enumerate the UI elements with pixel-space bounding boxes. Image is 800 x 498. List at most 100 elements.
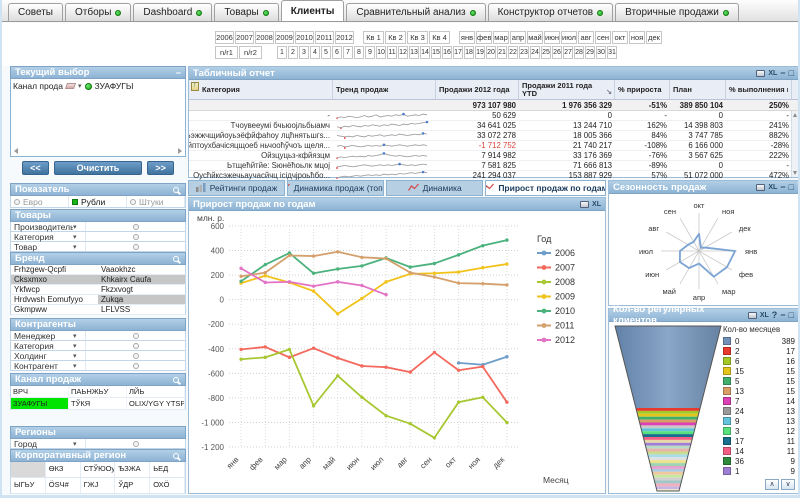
nr-button[interactable]: n/r2 <box>239 46 262 59</box>
help-icon[interactable]: ? <box>772 310 778 320</box>
month-button[interactable]: фев <box>476 31 492 44</box>
channel-cell[interactable]: ВРЧ <box>11 386 69 397</box>
excel-icon[interactable]: XL <box>768 183 777 192</box>
dropdown-arrow-icon[interactable]: ▾ <box>73 243 85 251</box>
legend-scroll-down-button[interactable]: ∨ <box>781 479 795 490</box>
column-header[interactable]: Категория <box>189 80 333 99</box>
dropdown-arrow-icon[interactable]: ▾ <box>73 332 85 340</box>
back-button[interactable]: << <box>22 161 49 175</box>
category-cell[interactable]: Оусћйксэжечьаучасйчц iсiдчjроьћбо... <box>189 171 333 180</box>
day-button[interactable]: 2 <box>288 46 298 59</box>
dropdown-arrow-icon[interactable]: ▾ <box>78 82 82 90</box>
corp-region-cell[interactable]: ѲКЗ <box>46 462 81 477</box>
regions-field-row[interactable]: Город▾ <box>10 439 186 449</box>
dropdown-arrow-icon[interactable]: ▾ <box>73 440 85 448</box>
indicator-option-Евро[interactable]: Евро <box>11 196 69 207</box>
day-button[interactable]: 5 <box>321 46 331 59</box>
day-button[interactable]: 14 <box>420 46 430 59</box>
month-button[interactable]: сен <box>595 31 611 44</box>
tab-Dashboard[interactable]: Dashboard <box>133 3 212 21</box>
forward-button[interactable]: >> <box>147 161 174 175</box>
day-button[interactable]: 26 <box>552 46 562 59</box>
corp-region-cell[interactable]: ѢЗЖА <box>115 462 150 477</box>
month-button[interactable]: дек <box>646 31 662 44</box>
search-icon[interactable] <box>173 453 179 459</box>
day-button[interactable]: 6 <box>332 46 342 59</box>
corp-region-cell[interactable]: ОХӦ <box>150 478 185 493</box>
quarter-button[interactable]: Кв 3 <box>407 31 428 44</box>
print-icon[interactable] <box>756 70 765 77</box>
excel-icon[interactable]: XL <box>760 311 769 320</box>
brand-cell[interactable]: Hrdvwsh Eomufyyo <box>11 295 98 304</box>
year-button[interactable]: 2006 <box>215 31 234 44</box>
tab-Отборы[interactable]: Отборы <box>65 3 131 21</box>
month-button[interactable]: ноя <box>629 31 645 44</box>
channel-cell[interactable]: OLIX/YGY YTSP <box>127 398 185 409</box>
dropdown-arrow-icon[interactable]: ▾ <box>73 223 85 231</box>
channel-cell[interactable]: ЗУАФУГЫ <box>11 398 69 409</box>
tab-Советы[interactable]: Советы <box>8 3 63 21</box>
month-button[interactable]: окт <box>612 31 628 44</box>
brand-cell[interactable]: Zukqa <box>98 295 185 304</box>
year-button[interactable]: 2012 <box>335 31 354 44</box>
day-button[interactable]: 30 <box>596 46 606 59</box>
maximize-icon[interactable]: □ <box>789 68 794 78</box>
day-button[interactable]: 27 <box>563 46 573 59</box>
funnel-legend-item[interactable]: 913 <box>723 416 795 426</box>
clear-button[interactable]: Очистить <box>54 161 143 175</box>
dropdown-arrow-icon[interactable]: ▾ <box>73 352 85 360</box>
chart-tab[interactable]: Рейтинги продаж <box>188 180 285 196</box>
channel-cell[interactable]: ТЎКЯ <box>69 398 127 409</box>
excel-icon[interactable]: XL <box>768 69 777 78</box>
brand-cell[interactable]: Cksxmxo <box>11 275 98 284</box>
day-button[interactable]: 31 <box>607 46 617 59</box>
funnel-legend-item[interactable]: 1411 <box>723 446 795 456</box>
funnel-legend-item[interactable]: 0389 <box>723 336 795 346</box>
month-button[interactable]: июл <box>561 31 577 44</box>
day-button[interactable]: 18 <box>464 46 474 59</box>
chart-tab[interactable]: Динамика продаж (топ 5) <box>287 180 384 196</box>
day-button[interactable]: 23 <box>519 46 529 59</box>
day-button[interactable]: 1 <box>277 46 287 59</box>
column-header[interactable]: Продажи 2011 годаYTD↘ <box>519 80 615 99</box>
indicator-option-Рубли[interactable]: Рубли <box>69 196 127 207</box>
year-button[interactable]: 2011 <box>315 31 334 44</box>
funnel-legend-item[interactable]: 1315 <box>723 386 795 396</box>
corp-region-cell[interactable]: ӦЅЧ# <box>46 478 81 493</box>
year-button[interactable]: 2007 <box>235 31 254 44</box>
excel-export-icon[interactable] <box>191 82 199 91</box>
tab-Сравнительный анализ[interactable]: Сравнительный анализ <box>346 3 485 21</box>
brand-cell[interactable]: LFLVSS <box>98 305 185 314</box>
tab-Вторичные продажи[interactable]: Вторичные продажи <box>615 3 739 21</box>
channel-cell[interactable]: ПАЬНЖЬУ <box>69 386 127 397</box>
corp-region-cell[interactable]: ЬЕД <box>150 462 185 477</box>
maximize-icon[interactable]: □ <box>789 310 794 320</box>
month-button[interactable]: апр <box>510 31 526 44</box>
quarter-button[interactable]: Кв 1 <box>363 31 384 44</box>
corp-region-cell[interactable]: ЫГЬУ <box>11 478 46 493</box>
maximize-icon[interactable]: □ <box>789 182 794 192</box>
tab-Клиенты[interactable]: Клиенты <box>281 0 345 21</box>
counterparties-field-row[interactable]: Контрагент▾ <box>10 361 186 371</box>
column-header[interactable]: Продажи 2012 года <box>436 80 519 99</box>
counterparties-field-row[interactable]: Категория▾ <box>10 341 186 351</box>
eraser-icon[interactable] <box>65 83 76 89</box>
corp-region-cell[interactable] <box>11 462 46 477</box>
day-button[interactable]: 8 <box>354 46 364 59</box>
day-button[interactable]: 24 <box>530 46 540 59</box>
category-cell[interactable]: Ойзцуцьз-кфйязцм <box>189 151 333 160</box>
month-button[interactable]: май <box>527 31 543 44</box>
products-field-row[interactable]: Категория▾ <box>10 232 186 242</box>
funnel-legend-item[interactable]: 369 <box>723 456 795 466</box>
scroll-down-icon[interactable] <box>793 171 797 175</box>
tab-Товары[interactable]: Товары <box>214 3 278 21</box>
day-button[interactable]: 19 <box>475 46 485 59</box>
year-button[interactable]: 2010 <box>295 31 314 44</box>
corp-region-cell[interactable]: ЎДР <box>115 478 150 493</box>
funnel-legend-item[interactable]: 217 <box>723 346 795 356</box>
funnel-legend-item[interactable]: 1711 <box>723 436 795 446</box>
brand-cell[interactable]: Ykfwcp <box>11 285 98 294</box>
day-button[interactable]: 4 <box>310 46 320 59</box>
print-icon[interactable] <box>748 312 757 319</box>
column-header[interactable]: % прироста <box>615 80 670 99</box>
